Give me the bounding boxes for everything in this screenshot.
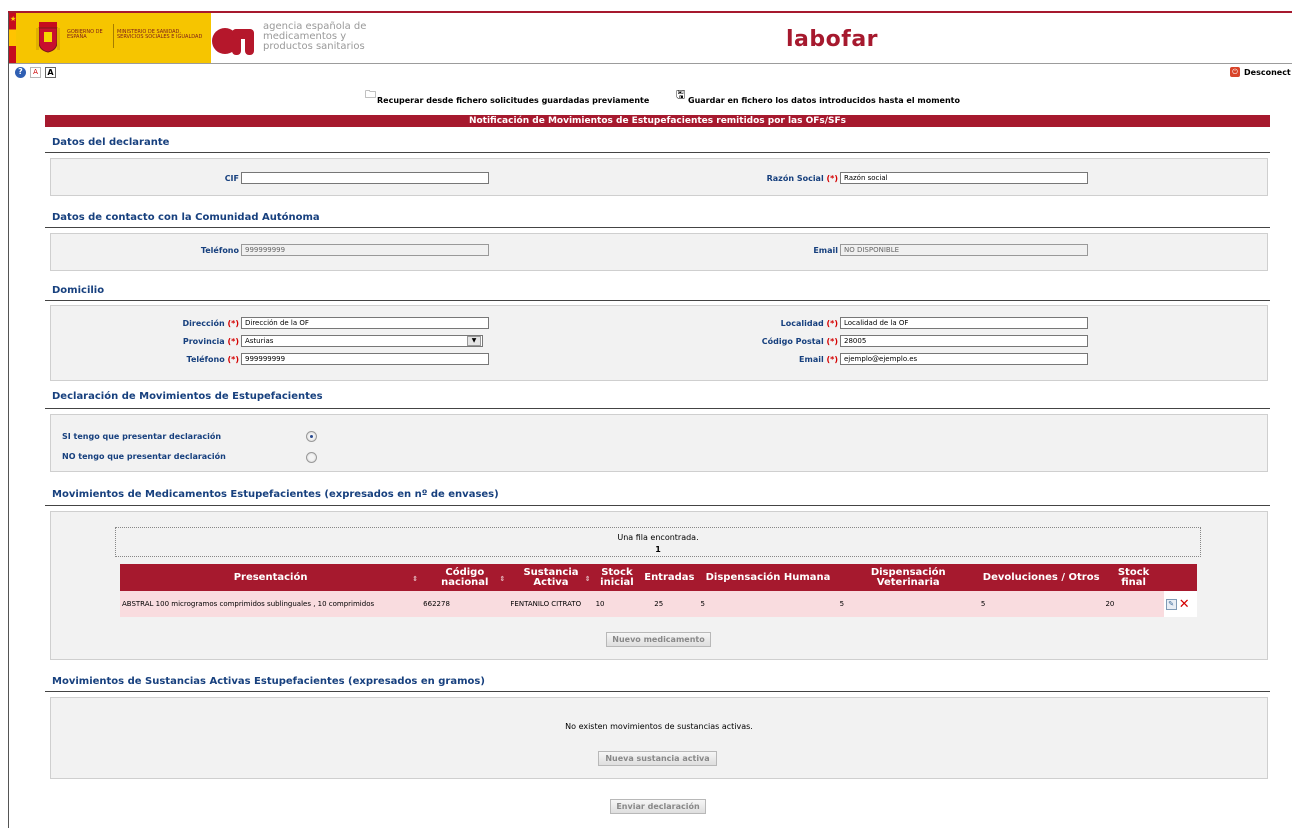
left-border — [8, 13, 9, 828]
empty-sustancias-message: No existen movimientos de sustancias act… — [565, 722, 753, 731]
cif-input[interactable] — [241, 172, 489, 184]
nueva-sustancia-button[interactable]: Nueva sustancia activa — [598, 751, 717, 766]
form-title: Notificación de Movimientos de Estupefac… — [45, 115, 1270, 127]
no-declaracion-label: NO tengo que presentar declaración — [62, 452, 226, 461]
section-title-declarante: Datos del declarante — [52, 137, 170, 148]
open-file-icon[interactable]: 🗀 — [365, 89, 377, 101]
sort-icon[interactable]: ⇕ — [500, 574, 506, 584]
header-divider — [9, 63, 1292, 64]
section-divider — [45, 505, 1270, 506]
coat-of-arms-icon — [36, 22, 60, 53]
si-declaracion-label: SI tengo que presentar declaración — [62, 432, 222, 441]
delete-icon[interactable]: ✕ — [1179, 598, 1190, 611]
column-header-disp-humana: Dispensación Humana — [698, 564, 838, 591]
cell-disp-humana: 5 — [698, 591, 838, 617]
cell-presentacion: ABSTRAL 100 microgramos comprimidos subl… — [120, 591, 422, 617]
eu-star-icon: ★ — [10, 15, 17, 23]
section-divider — [45, 227, 1270, 228]
labofar-logo: labofar — [786, 27, 879, 52]
chevron-down-icon[interactable]: ▼ — [467, 336, 481, 346]
contacto-email-input — [840, 244, 1088, 256]
si-declaracion-radio[interactable] — [306, 431, 317, 442]
recover-from-file-link[interactable]: Recuperar desde fichero solicitudes guar… — [377, 96, 649, 105]
save-file-icon[interactable]: 🖫 — [676, 89, 688, 101]
cell-devoluciones: 5 — [978, 591, 1104, 617]
pdf-icon[interactable]: A — [30, 67, 41, 78]
declaracion-panel — [50, 414, 1268, 472]
cell-codigo: 662278 — [421, 591, 509, 617]
edit-icon[interactable]: ✎ — [1165, 598, 1177, 610]
column-header-stock-final: Stock final — [1103, 564, 1164, 591]
aemps-name: agencia española de medicamentos y produ… — [263, 21, 367, 52]
column-header-devoluciones: Devoluciones / Otros — [978, 564, 1104, 591]
power-icon[interactable]: ⏻ — [1230, 67, 1240, 77]
table-paginator: Una fila encontrada. 1 — [115, 527, 1201, 557]
section-title-declaracion: Declaración de Movimientos de Estupefaci… — [52, 391, 323, 402]
section-divider — [45, 300, 1270, 301]
razon-social-label: Razón Social (*) — [766, 174, 838, 183]
column-header-presentacion[interactable]: Presentación ⇕ — [120, 564, 422, 591]
direccion-input[interactable] — [241, 317, 489, 329]
section-title-contacto: Datos de contacto con la Comunidad Autón… — [52, 212, 320, 223]
section-divider — [45, 691, 1270, 692]
nuevo-medicamento-button[interactable]: Nuevo medicamento — [606, 632, 711, 647]
domicilio-email-input[interactable] — [840, 353, 1088, 365]
direccion-label: Dirección (*) — [182, 319, 239, 328]
column-header-disp-veterinaria: Dispensación Veterinaria — [837, 564, 979, 591]
enviar-declaracion-button[interactable]: Enviar declaración — [610, 799, 706, 814]
section-title-sustancias: Movimientos de Sustancias Activas Estupe… — [52, 676, 485, 687]
column-header-stock-inicial: Stock inicial — [593, 564, 641, 591]
column-header-codigo[interactable]: Código nacional ⇕ — [421, 564, 509, 591]
sort-icon[interactable]: ⇕ — [412, 574, 418, 584]
domicilio-email-label: Email (*) — [799, 355, 838, 364]
localidad-input[interactable] — [840, 317, 1088, 329]
cell-entradas: 25 — [640, 591, 699, 617]
cell-disp-veterinaria: 5 — [837, 591, 979, 617]
no-declaracion-radio[interactable] — [306, 452, 317, 463]
provincia-label: Provincia (*) — [182, 337, 239, 346]
aemps-logo-icon — [212, 28, 254, 55]
banner-divider — [113, 24, 114, 48]
razon-social-input[interactable] — [840, 172, 1088, 184]
row-actions: ✎ ✕ — [1163, 591, 1197, 617]
font-size-icon[interactable]: A — [45, 67, 56, 78]
codigo-postal-label: Código Postal (*) — [761, 337, 838, 346]
contacto-email-label: Email — [813, 246, 838, 255]
sort-icon[interactable]: ⇕ — [585, 574, 591, 584]
codigo-postal-input[interactable] — [840, 335, 1088, 347]
cell-stock-inicial: 10 — [593, 591, 641, 617]
help-icon[interactable]: ? — [15, 67, 26, 78]
save-to-file-link[interactable]: Guardar en fichero los datos introducido… — [688, 96, 960, 105]
column-header-sustancia[interactable]: Sustancia Activa ⇕ — [508, 564, 594, 591]
section-title-medicamentos: Movimientos de Medicamentos Estupefacien… — [52, 489, 499, 500]
cell-sustancia: FENTANILO CITRATO — [508, 591, 594, 617]
column-header-actions — [1163, 564, 1197, 591]
medicamentos-table: Presentación ⇕ Código nacional ⇕ Sustancia… — [120, 564, 1197, 617]
section-title-domicilio: Domicilio — [52, 285, 105, 296]
pager-count-text: Una fila encontrada. — [617, 533, 699, 542]
table-header-row: Presentación ⇕ Código nacional ⇕ Sustancia… — [120, 564, 1197, 591]
cif-label: CIF — [224, 174, 239, 183]
table-row: ABSTRAL 100 microgramos comprimidos subl… — [120, 591, 1197, 617]
contacto-telefono-input — [241, 244, 489, 256]
section-divider — [45, 408, 1270, 409]
gobierno-label: Gobierno de España — [67, 29, 103, 40]
pager-page-number[interactable]: 1 — [116, 545, 1200, 554]
column-header-entradas: Entradas — [640, 564, 699, 591]
ministerio-label: Ministerio de Sanidad, Servicios Sociale… — [117, 29, 203, 40]
section-divider — [45, 152, 1270, 153]
domicilio-telefono-label: Teléfono (*) — [186, 355, 239, 364]
provincia-select[interactable]: Asturias — [241, 335, 483, 347]
localidad-label: Localidad (*) — [780, 319, 838, 328]
sustancias-panel — [50, 697, 1268, 779]
domicilio-telefono-input[interactable] — [241, 353, 489, 365]
logout-link[interactable]: Desconect — [1244, 68, 1291, 77]
contacto-telefono-label: Teléfono — [200, 246, 239, 255]
cell-stock-final: 20 — [1103, 591, 1164, 617]
